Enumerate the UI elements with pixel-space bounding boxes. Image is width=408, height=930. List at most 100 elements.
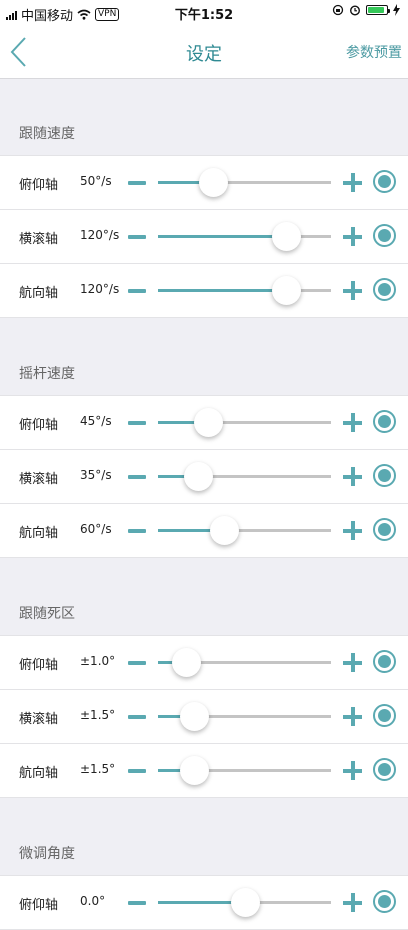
value-readout: 60°/s <box>80 522 112 536</box>
radio-dot-icon <box>378 283 391 296</box>
slider-track[interactable] <box>158 648 331 677</box>
slider-track[interactable] <box>158 888 331 917</box>
decrease-button[interactable] <box>128 715 146 719</box>
section-header: 摇杆速度 <box>0 349 408 395</box>
axis-label: 航向轴 <box>19 286 59 301</box>
orientation-lock-icon <box>332 4 344 16</box>
radio-dot-icon <box>378 709 391 722</box>
decrease-button[interactable] <box>128 769 146 773</box>
select-radio-button[interactable] <box>373 278 396 301</box>
select-radio-button[interactable] <box>373 518 396 541</box>
value-readout: 35°/s <box>80 468 112 482</box>
radio-dot-icon <box>378 175 391 188</box>
increase-button[interactable] <box>343 467 362 486</box>
charging-icon <box>393 4 400 16</box>
axis-label: 俯仰轴 <box>19 658 59 673</box>
slider-track[interactable] <box>158 168 331 197</box>
increase-button[interactable] <box>343 281 362 300</box>
axis-label: 俯仰轴 <box>19 178 59 193</box>
value-readout: 45°/s <box>80 414 112 428</box>
slider-thumb[interactable] <box>230 888 260 917</box>
slider-track[interactable] <box>158 702 331 731</box>
increase-button[interactable] <box>343 413 362 432</box>
radio-dot-icon <box>378 523 391 536</box>
slider-thumb[interactable] <box>180 756 210 785</box>
axis-label: 航向轴 <box>19 766 59 781</box>
decrease-button[interactable] <box>128 289 146 293</box>
status-right <box>332 4 400 16</box>
section-title: 跟随死区 <box>19 606 75 622</box>
value-readout: 50°/s <box>80 174 112 188</box>
increase-button[interactable] <box>343 173 362 192</box>
select-radio-button[interactable] <box>373 758 396 781</box>
radio-dot-icon <box>378 895 391 908</box>
axis-label: 横滚轴 <box>19 712 59 727</box>
setting-row: 航向轴 120°/s <box>0 264 408 318</box>
setting-row: 横滚轴 35°/s <box>0 450 408 504</box>
settings-list: 跟随速度 俯仰轴 50°/s 横滚轴 120°/s 航向轴 120°/s 摇杆速度 俯仰轴 45°… <box>0 78 408 930</box>
setting-row: 俯仰轴 50°/s <box>0 155 408 210</box>
slider-fill <box>158 235 287 238</box>
setting-row: 俯仰轴 ±1.0° <box>0 635 408 690</box>
select-radio-button[interactable] <box>373 410 396 433</box>
decrease-button[interactable] <box>128 529 146 533</box>
radio-dot-icon <box>378 229 391 242</box>
select-radio-button[interactable] <box>373 890 396 913</box>
setting-row: 航向轴 ±1.5° <box>0 744 408 798</box>
select-radio-button[interactable] <box>373 170 396 193</box>
section-header: 跟随速度 <box>0 109 408 155</box>
decrease-button[interactable] <box>128 901 146 905</box>
slider-thumb[interactable] <box>180 702 210 731</box>
axis-label: 俯仰轴 <box>19 898 59 913</box>
increase-button[interactable] <box>343 521 362 540</box>
slider-track[interactable] <box>158 462 331 491</box>
slider-track[interactable] <box>158 408 331 437</box>
increase-button[interactable] <box>343 227 362 246</box>
section-title: 摇杆速度 <box>19 366 75 382</box>
select-radio-button[interactable] <box>373 464 396 487</box>
alarm-icon <box>349 5 361 16</box>
increase-button[interactable] <box>343 707 362 726</box>
slider-thumb[interactable] <box>272 222 302 251</box>
slider-thumb[interactable] <box>171 648 201 677</box>
section-title: 跟随速度 <box>19 126 75 142</box>
radio-dot-icon <box>378 655 391 668</box>
decrease-button[interactable] <box>128 475 146 479</box>
increase-button[interactable] <box>343 761 362 780</box>
increase-button[interactable] <box>343 653 362 672</box>
setting-row: 横滚轴 ±1.5° <box>0 690 408 744</box>
decrease-button[interactable] <box>128 661 146 665</box>
axis-label: 航向轴 <box>19 526 59 541</box>
slider-track[interactable] <box>158 516 331 545</box>
value-readout: 120°/s <box>80 228 120 242</box>
slider-fill <box>158 289 287 292</box>
section-header: 跟随死区 <box>0 589 408 635</box>
select-radio-button[interactable] <box>373 224 396 247</box>
value-readout: ±1.5° <box>80 708 116 722</box>
slider-track[interactable] <box>158 756 331 785</box>
decrease-button[interactable] <box>128 181 146 185</box>
value-readout: ±1.5° <box>80 762 116 776</box>
select-radio-button[interactable] <box>373 650 396 673</box>
select-radio-button[interactable] <box>373 704 396 727</box>
slider-thumb[interactable] <box>209 516 239 545</box>
axis-label: 横滚轴 <box>19 232 59 247</box>
setting-row: 横滚轴 120°/s <box>0 210 408 264</box>
slider-track[interactable] <box>158 276 331 305</box>
increase-button[interactable] <box>343 893 362 912</box>
slider-thumb[interactable] <box>183 462 213 491</box>
battery-icon <box>366 5 390 15</box>
decrease-button[interactable] <box>128 421 146 425</box>
battery-fill <box>368 7 385 13</box>
slider-thumb[interactable] <box>194 408 224 437</box>
radio-dot-icon <box>378 763 391 776</box>
radio-dot-icon <box>378 415 391 428</box>
decrease-button[interactable] <box>128 235 146 239</box>
preset-button[interactable]: 参数预置 <box>346 42 402 62</box>
slider-thumb[interactable] <box>272 276 302 305</box>
value-readout: 0.0° <box>80 894 106 908</box>
axis-label: 横滚轴 <box>19 472 59 487</box>
radio-dot-icon <box>378 469 391 482</box>
slider-track[interactable] <box>158 222 331 251</box>
slider-thumb[interactable] <box>199 168 229 197</box>
